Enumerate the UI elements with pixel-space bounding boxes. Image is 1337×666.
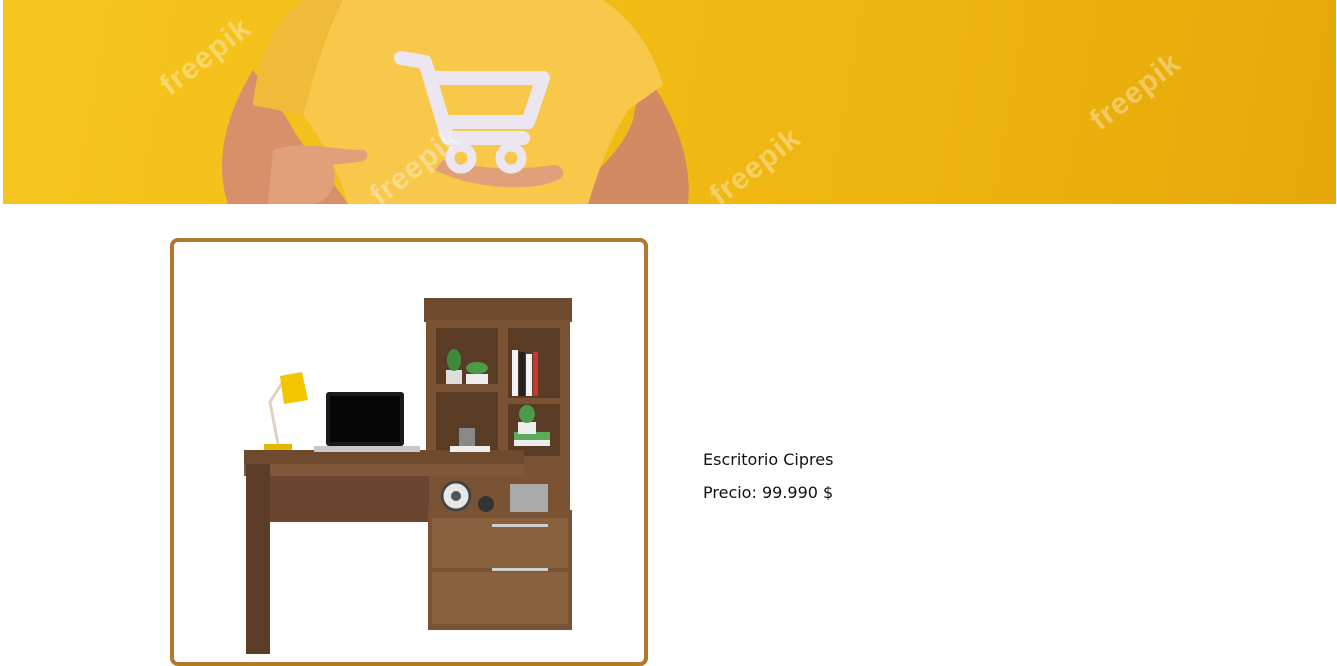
cactus xyxy=(447,349,461,371)
book-stack xyxy=(514,440,550,446)
drawer-handle xyxy=(492,568,548,571)
speaker-cone xyxy=(451,491,461,501)
storage-box xyxy=(510,484,548,512)
hero-banner: freepik freepik freepik freepik xyxy=(3,0,1336,204)
lamp-icon xyxy=(280,372,308,404)
book xyxy=(512,350,518,396)
desk-book xyxy=(450,446,490,452)
lamp-base xyxy=(264,444,292,450)
succulent xyxy=(519,405,535,423)
price-label: Precio: xyxy=(703,483,757,502)
price-value: 99.990 $ xyxy=(761,483,834,502)
pencil-cup xyxy=(459,428,475,446)
drawer xyxy=(432,572,568,624)
laptop-screen xyxy=(330,396,400,442)
desk-drawer-panel xyxy=(269,476,429,522)
product-image-card[interactable] xyxy=(170,238,648,666)
shelf-top xyxy=(424,298,572,322)
book xyxy=(533,352,538,396)
desk-top xyxy=(244,450,524,464)
plant-pot xyxy=(446,370,462,384)
lamp-arm xyxy=(268,379,286,445)
drawer-handle xyxy=(492,524,548,527)
product-info: Escritorio Cipres Precio: 99.990 $ xyxy=(703,450,833,502)
succulent xyxy=(466,362,488,374)
desk-edge xyxy=(244,464,524,476)
desk-leg xyxy=(246,464,270,654)
book xyxy=(526,354,532,396)
camera xyxy=(478,496,494,512)
plant-pot xyxy=(466,374,488,384)
laptop-base xyxy=(314,446,420,452)
plant-pot xyxy=(518,422,536,434)
book xyxy=(519,352,525,396)
product-price: Precio: 99.990 $ xyxy=(703,483,833,502)
product-name: Escritorio Cipres xyxy=(703,450,834,469)
wooden-desk-with-bookshelf-image xyxy=(244,298,572,654)
